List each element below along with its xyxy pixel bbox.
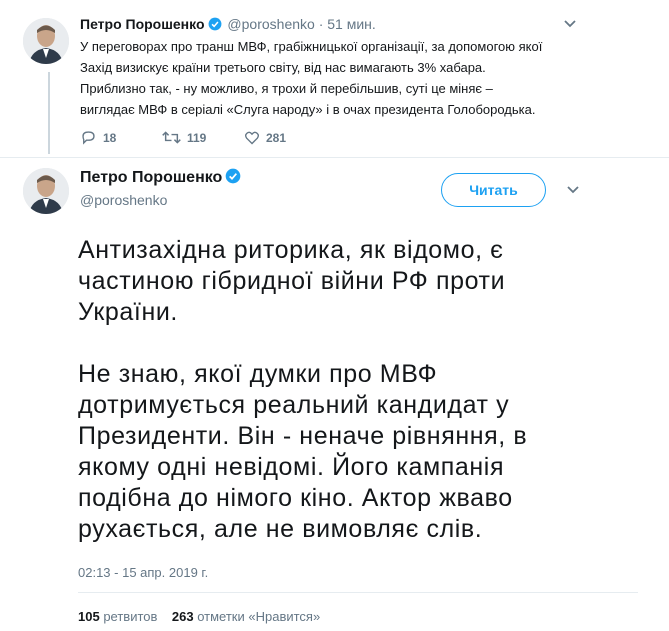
reply-icon (80, 130, 97, 145)
tweet-timestamp[interactable]: 02:13 - 15 апр. 2019 г. (78, 565, 208, 580)
thread-connector (48, 72, 50, 154)
tweet-text-line: Не знаю, якої думки про МВФ (78, 360, 438, 388)
retweet-count: 119 (187, 130, 207, 145)
tweet-paragraph: Не знаю, якої думки про МВФ дотримується… (78, 359, 578, 545)
like-count: 281 (266, 130, 287, 145)
tweet-text-line: Антизахідна риторика, як відомо, є (78, 236, 504, 264)
like-stat[interactable]: 263 отметки «Нравится» (172, 609, 320, 624)
like-stat-label: отметки «Нравится» (197, 609, 321, 624)
chevron-down-icon[interactable] (563, 16, 577, 32)
tweet-text-line: України. (78, 298, 178, 326)
retweet-stat-count: 105 (78, 609, 100, 624)
tweet-text-line: частиною гібридної війни РФ проти (78, 267, 506, 295)
avatar-image (23, 18, 69, 64)
tweet-text-line: подібна до німого кіно. Актор жваво (78, 484, 513, 512)
tweet-text-line: виглядає МВФ в серіалі «Слуга народу» і … (80, 102, 536, 117)
verified-badge-icon (225, 168, 241, 189)
stats-divider (78, 592, 638, 593)
tweet-text: У переговорах про транш МВФ, грабіжницьк… (80, 36, 580, 120)
tweet-text-line: рухається, але не вимовляє слів. (78, 515, 483, 543)
reply-count: 18 (103, 130, 117, 145)
avatar[interactable] (23, 18, 69, 64)
tweet-text-line: Захід визискує країни третього світу, ві… (80, 60, 486, 75)
chevron-down-icon[interactable] (566, 182, 580, 198)
tweet-text-line: якому одні невідомі. Його кампанія (78, 453, 505, 481)
retweet-icon (162, 130, 181, 145)
tweet-text-line: У переговорах про транш МВФ, грабіжницьк… (80, 39, 543, 54)
tweet-time[interactable]: 51 мин. (327, 16, 376, 32)
author-handle[interactable]: @poroshenko (227, 16, 314, 32)
tweet-text-line: дотримується реальний кандидат у (78, 391, 510, 419)
heart-icon (244, 130, 260, 145)
tweet-stats: 105 ретвитов 263 отметки «Нравится» (78, 609, 320, 624)
separator-dot: · (318, 16, 324, 32)
tweet-text: Антизахідна риторика, як відомо, є части… (78, 235, 578, 545)
tweet-text-line: Президенти. Він - неначе рівняння, в (78, 422, 528, 450)
tweet-paragraph: Антизахідна риторика, як відомо, є части… (78, 235, 578, 328)
avatar[interactable] (23, 168, 69, 214)
like-button[interactable]: 281 (244, 130, 286, 145)
author-name[interactable]: Петро Порошенко (80, 16, 205, 32)
retweet-stat[interactable]: 105 ретвитов (78, 609, 157, 624)
tweet-header: Петро Порошенко @poroshenko · 51 мин. (80, 16, 376, 34)
follow-button[interactable]: Читать (441, 173, 546, 207)
tweet-text-line: Приблизно так, - ну можливо, я трохи й п… (80, 81, 493, 96)
tweet-1[interactable]: Петро Порошенко @poroshenko · 51 мин. У … (0, 0, 669, 160)
tweet-divider (0, 157, 669, 158)
author-handle[interactable]: @poroshenko (80, 192, 167, 208)
verified-badge-icon (208, 17, 222, 34)
author-name[interactable]: Петро Порошенко (80, 169, 222, 186)
avatar-image (23, 168, 69, 214)
like-stat-count: 263 (171, 609, 194, 624)
retweet-stat-label: ретвитов (103, 609, 158, 624)
reply-button[interactable]: 18 (80, 130, 116, 145)
author-name-line: Петро Порошенко (80, 168, 243, 189)
retweet-button[interactable]: 119 (162, 130, 206, 145)
